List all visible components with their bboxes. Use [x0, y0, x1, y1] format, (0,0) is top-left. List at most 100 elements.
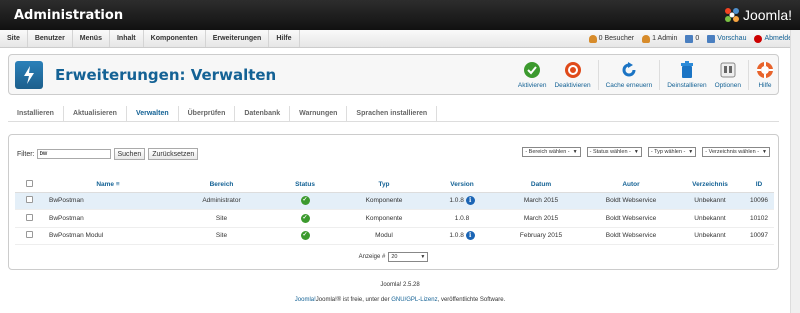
refresh-cache-button[interactable]: Cache erneuern: [602, 55, 657, 94]
gpl-license-link[interactable]: GNU/GPL-Lizenz: [391, 297, 437, 303]
extension-name: BwPostman: [43, 209, 173, 228]
col-author[interactable]: Autor: [586, 178, 676, 193]
chevron-down-icon: ▼: [572, 149, 578, 155]
directory-select[interactable]: - Verzeichnis wählen - ▼: [702, 147, 770, 157]
extension-author: Boldt Webservice: [586, 209, 676, 228]
row-checkbox-cell[interactable]: [15, 227, 43, 245]
col-date[interactable]: Datum: [496, 178, 586, 193]
extension-status[interactable]: ✓: [270, 227, 340, 245]
enabled-check-icon[interactable]: ✓: [300, 213, 310, 223]
table-row[interactable]: BwPostman Administrator ✓ Komponente 1.0…: [15, 192, 774, 210]
toolbar-buttons: Aktivieren Deaktivieren Cache erneuern D…: [514, 55, 778, 94]
help-button[interactable]: Hilfe: [752, 55, 778, 94]
page-scrollbar[interactable]: [790, 30, 800, 313]
preview-link[interactable]: Vorschau: [707, 34, 746, 43]
options-button[interactable]: Optionen: [711, 55, 745, 94]
extension-status[interactable]: ✓: [270, 192, 340, 210]
extension-version-cell: 1.0.8: [428, 209, 496, 228]
enabled-check-icon[interactable]: ✓: [300, 196, 310, 206]
extension-directory: Unbekannt: [676, 227, 744, 245]
extension-status[interactable]: ✓: [270, 209, 340, 228]
row-checkbox-cell[interactable]: [15, 209, 43, 228]
select-all-checkbox[interactable]: [25, 180, 33, 188]
reset-button[interactable]: Zurücksetzen: [148, 148, 199, 160]
info-icon[interactable]: i: [465, 196, 475, 206]
select-all-header[interactable]: [15, 178, 43, 193]
extension-area: Administrator: [173, 192, 270, 210]
extension-version: 1.0.8: [454, 214, 470, 222]
joomla-logo[interactable]: Joomla!: [724, 7, 792, 23]
menu-menues[interactable]: Menüs: [73, 30, 110, 47]
col-type[interactable]: Typ: [340, 178, 428, 193]
tab-verwalten[interactable]: Verwalten: [126, 106, 179, 121]
extensions-table: Name ≡ Bereich Status Typ Version Datum …: [15, 178, 774, 245]
extension-directory: Unbekannt: [676, 209, 744, 228]
type-select[interactable]: - Typ wählen - ▼: [647, 147, 697, 157]
filter-label: Filter:: [17, 150, 35, 158]
filter-selects: - Bereich wählen - ▼ - Status wählen - ▼ -…: [522, 147, 770, 157]
tab-ueberpruefen[interactable]: Überprüfen: [179, 106, 236, 121]
extension-icon: [15, 60, 43, 89]
top-header: Administration Joomla!: [0, 0, 800, 30]
admins-status: 1 Admin: [642, 34, 677, 43]
extension-version-cell: 1.0.8 i: [428, 227, 496, 245]
col-version[interactable]: Version: [428, 178, 496, 193]
tab-aktualisieren[interactable]: Aktualisieren: [64, 106, 127, 121]
col-directory[interactable]: Verzeichnis: [676, 178, 744, 193]
col-id[interactable]: ID: [744, 178, 774, 193]
main-panel: Filter: Suchen Zurücksetzen - Bereich wä…: [8, 134, 779, 270]
enabled-check-icon[interactable]: ✓: [300, 231, 310, 241]
row-checkbox[interactable]: [25, 196, 33, 204]
filter-search-input[interactable]: [36, 149, 111, 159]
submenu-tabs: Installieren Aktualisieren Verwalten Übe…: [8, 106, 779, 122]
area-select[interactable]: - Bereich wählen - ▼: [522, 147, 581, 157]
menu-site[interactable]: Site: [0, 30, 28, 47]
extension-date: February 2015: [496, 227, 586, 245]
limit-select[interactable]: 20 ▼: [388, 252, 429, 262]
toolbar-divider: [748, 59, 749, 90]
filter-bar: Filter: Suchen Zurücksetzen: [17, 148, 199, 160]
extension-directory: Unbekannt: [676, 192, 744, 210]
uninstall-button[interactable]: Deinstallieren: [663, 55, 710, 94]
lifebuoy-icon: [757, 61, 773, 78]
tab-sprachen-installieren[interactable]: Sprachen installieren: [347, 106, 438, 121]
row-checkbox[interactable]: [25, 213, 33, 221]
menu-inhalt[interactable]: Inhalt: [110, 30, 144, 47]
chevron-down-icon: ▼: [688, 149, 694, 155]
menu-erweiterungen[interactable]: Erweiterungen: [206, 30, 270, 47]
row-checkbox[interactable]: [25, 231, 33, 239]
extension-type: Komponente: [340, 192, 428, 210]
messages-status[interactable]: 0: [685, 34, 699, 43]
info-icon[interactable]: i: [465, 231, 475, 241]
tab-warnungen[interactable]: Warnungen: [290, 106, 348, 121]
col-status[interactable]: Status: [270, 178, 340, 193]
extension-name: BwPostman Modul: [43, 227, 173, 245]
extension-version-cell: 1.0.8 i: [428, 192, 496, 210]
menu-hilfe[interactable]: Hilfe: [269, 30, 300, 47]
table-row[interactable]: BwPostman Modul Site ✓ Modul 1.0.8 i Feb…: [15, 227, 774, 245]
tab-datenbank[interactable]: Datenbank: [235, 106, 291, 121]
extension-type: Modul: [340, 227, 428, 245]
tab-installieren[interactable]: Installieren: [8, 106, 64, 121]
extension-date: March 2015: [496, 192, 586, 210]
deactivate-button[interactable]: Deaktivieren: [550, 55, 594, 94]
col-area[interactable]: Bereich: [173, 178, 270, 193]
table-row[interactable]: BwPostman Site ✓ Komponente 1.0.8 March …: [15, 209, 774, 228]
col-name[interactable]: Name ≡: [43, 178, 173, 193]
menu-benutzer[interactable]: Benutzer: [28, 30, 73, 47]
main-menu: Site Benutzer Menüs Inhalt Komponenten E…: [0, 30, 300, 47]
pagination: Anzeige # 20 ▼: [9, 252, 778, 262]
joomla-link[interactable]: Joomla!: [295, 297, 316, 303]
trash-icon: [680, 60, 693, 78]
activate-button[interactable]: Aktivieren: [514, 55, 551, 94]
check-icon: [524, 61, 541, 78]
limit-label: Anzeige #: [358, 254, 386, 260]
monitor-icon: [707, 34, 716, 43]
search-button[interactable]: Suchen: [113, 148, 146, 160]
status-select[interactable]: - Status wählen - ▼: [586, 147, 642, 157]
row-checkbox-cell[interactable]: [15, 192, 43, 210]
options-icon: [720, 62, 736, 77]
toolbar-divider: [597, 59, 599, 90]
toolbar-panel: Erweiterungen: Verwalten Aktivieren Deak…: [8, 54, 779, 95]
menu-komponenten[interactable]: Komponenten: [144, 30, 206, 47]
